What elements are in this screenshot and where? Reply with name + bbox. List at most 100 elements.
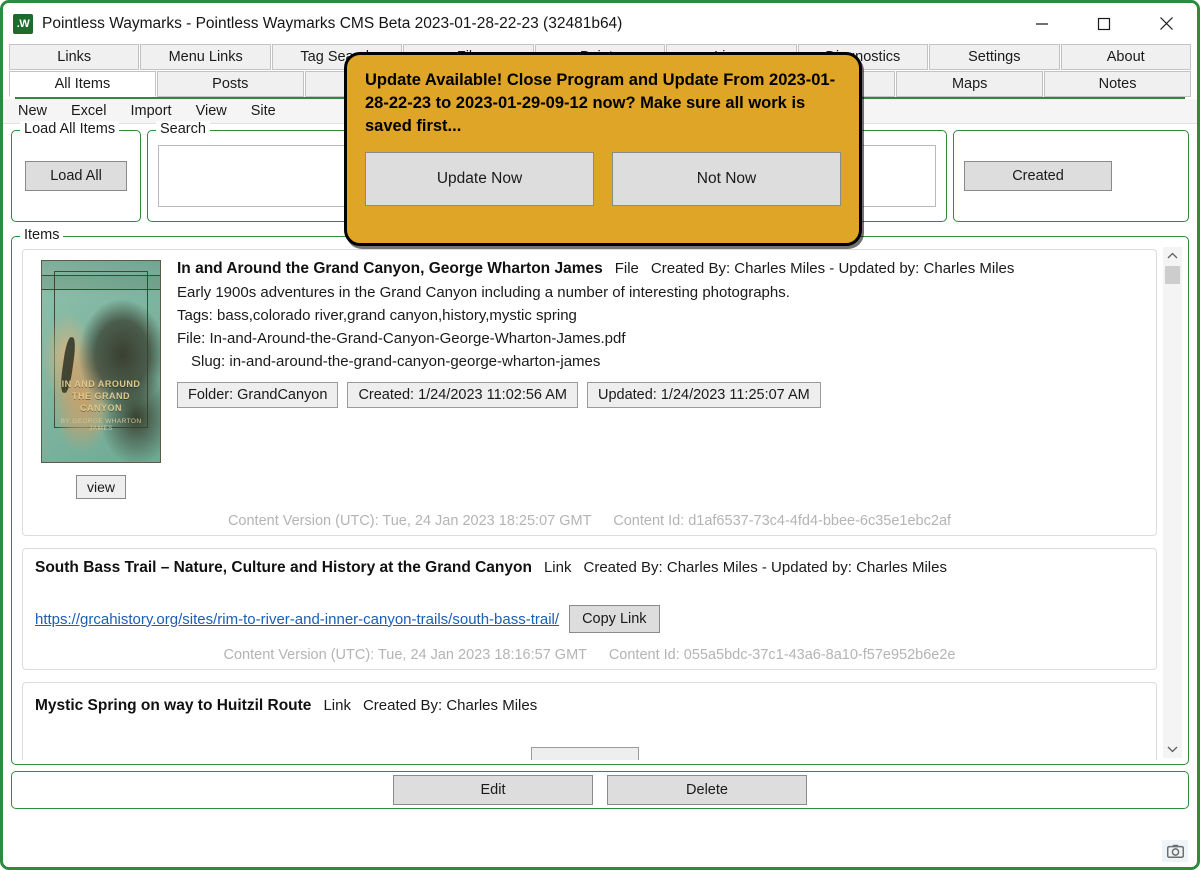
badge-updated[interactable]: Updated: 1/24/2023 11:25:07 AM (586, 382, 821, 408)
update-now-button[interactable]: Update Now (365, 152, 594, 206)
tab-label: Settings (968, 49, 1021, 65)
items-list: IN AND AROUND THE GRAND CANYON BY GEORGE… (16, 245, 1163, 760)
tab-label: Posts (212, 76, 249, 92)
item-byline: Created By: Charles Miles - Updated by: … (650, 260, 1015, 277)
close-icon (1159, 17, 1173, 30)
tab-maps[interactable]: Maps (896, 71, 1044, 97)
list-item[interactable]: Mystic Spring on way to Huitzil Route Li… (22, 682, 1157, 760)
cover-title-text: IN AND AROUND THE GRAND CANYON (61, 379, 141, 413)
card-header: South Bass Trail – Nature, Culture and H… (35, 559, 1144, 577)
item-type-label: File (614, 260, 639, 277)
tab-label: Maps (951, 76, 988, 92)
item-tags: Tags: bass,colorado river,grand canyon,h… (177, 307, 577, 324)
item-byline: Created By: Charles Miles (362, 697, 538, 714)
item-type-label: Link (323, 697, 351, 714)
tab-menu-links[interactable]: Menu Links (140, 44, 271, 70)
tab-label: About (1106, 49, 1145, 65)
tab-settings[interactable]: Settings (929, 44, 1060, 70)
tab-posts[interactable]: Posts (156, 71, 304, 97)
menu-item-new[interactable]: New (15, 102, 50, 120)
sort-group-body: Created (954, 131, 1188, 221)
item-byline: Created By: Charles Miles - Updated by: … (583, 559, 947, 576)
item-content-id: Content Id: 055a5bdc-37c1-43a6-8a10-f57e… (608, 647, 956, 663)
maximize-icon (1097, 17, 1111, 30)
app-logo-icon: .W (13, 13, 33, 34)
scroll-down-button[interactable] (1163, 740, 1182, 758)
badge-partial[interactable] (531, 747, 639, 760)
item-link-row: https://grcahistory.org/sites/rim-to-riv… (35, 605, 1144, 633)
tab-notes[interactable]: Notes (1044, 71, 1191, 97)
minimize-icon (1036, 22, 1048, 25)
partial-badge-row (35, 747, 1144, 760)
title-bar: .W Pointless Waymarks - Pointless Waymar… (3, 3, 1197, 44)
list-item[interactable]: South Bass Trail – Nature, Culture and H… (22, 548, 1157, 670)
camera-icon (1166, 844, 1184, 858)
update-available-dialog[interactable]: Update Available! Close Program and Upda… (344, 52, 862, 246)
badge-created[interactable]: Created: 1/24/2023 11:02:56 AM (347, 382, 578, 408)
book-cover-image: IN AND AROUND THE GRAND CANYON BY GEORGE… (41, 260, 161, 463)
maximize-button[interactable] (1073, 3, 1135, 44)
status-bar (6, 838, 1194, 864)
application-window: .W Pointless Waymarks - Pointless Waymar… (0, 0, 1200, 870)
menu-item-site[interactable]: Site (248, 102, 279, 120)
minimize-button[interactable] (1011, 3, 1073, 44)
window-frame: .W Pointless Waymarks - Pointless Waymar… (0, 0, 1200, 870)
item-content-id: Content Id: d1af6537-73c4-4fd4-bbee-6c35… (613, 513, 952, 529)
load-all-items-body: Load All (12, 131, 140, 221)
view-button[interactable]: view (75, 475, 126, 499)
load-all-items-group: Load All Items Load All (11, 121, 141, 222)
chevron-up-icon (1167, 252, 1178, 259)
tab-label: Menu Links (168, 49, 243, 65)
delete-button[interactable]: Delete (607, 775, 807, 805)
camera-button[interactable] (1162, 840, 1188, 862)
item-slug: Slug: in-and-around-the-grand-canyon-geo… (191, 353, 601, 370)
tab-label: Links (57, 49, 92, 65)
app-logo-glyph: .W (16, 17, 30, 30)
cover-mountain-art (42, 283, 160, 462)
menu-item-excel[interactable]: Excel (68, 102, 109, 120)
item-title: In and Around the Grand Canyon, George W… (177, 260, 603, 277)
item-title: Mystic Spring on way to Huitzil Route (35, 697, 312, 714)
close-button[interactable] (1135, 3, 1197, 44)
item-type-label: Link (543, 559, 572, 576)
tab-all-items[interactable]: All Items (9, 71, 156, 97)
update-dialog-buttons: Update Now Not Now (365, 152, 841, 206)
not-now-button[interactable]: Not Now (612, 152, 841, 206)
item-content-version: Content Version (UTC): Tue, 24 Jan 2023 … (227, 513, 592, 529)
card-layout: IN AND AROUND THE GRAND CANYON BY GEORGE… (35, 260, 1144, 499)
menu-item-import[interactable]: Import (127, 102, 174, 120)
item-meta: Content Version (UTC): Tue, 24 Jan 2023 … (35, 513, 1144, 529)
items-group-label: Items (20, 227, 64, 243)
edit-button[interactable]: Edit (393, 775, 593, 805)
items-scrollbar[interactable] (1163, 247, 1182, 758)
item-badge-row: Folder: GrandCanyon Created: 1/24/2023 1… (177, 382, 1144, 408)
item-url-link[interactable]: https://grcahistory.org/sites/rim-to-riv… (35, 611, 559, 628)
item-file: File: In-and-Around-the-Grand-Canyon-Geo… (177, 330, 626, 347)
item-content-version: Content Version (UTC): Tue, 24 Jan 2023 … (223, 647, 587, 663)
card-thumbnail-column: IN AND AROUND THE GRAND CANYON BY GEORGE… (35, 260, 167, 499)
copy-link-button[interactable]: Copy Link (569, 605, 660, 633)
badge-folder[interactable]: Folder: GrandCanyon (177, 382, 339, 408)
items-group: Items IN AND AROUND THE GRAND CANYON BY … (11, 227, 1189, 765)
tab-about[interactable]: About (1060, 44, 1191, 70)
card-header: In and Around the Grand Canyon, George W… (177, 260, 1144, 278)
item-title: South Bass Trail – Nature, Culture and H… (35, 559, 532, 576)
tab-links[interactable]: Links (9, 44, 140, 70)
menu-item-view[interactable]: View (193, 102, 230, 120)
cover-author-text: BY GEORGE WHARTON JAMES (60, 418, 142, 432)
item-meta: Content Version (UTC): Tue, 24 Jan 2023 … (35, 647, 1144, 663)
sort-group: Created (953, 130, 1189, 222)
item-summary: Early 1900s adventures in the Grand Cany… (177, 284, 790, 301)
scroll-up-button[interactable] (1163, 247, 1182, 265)
load-all-items-label: Load All Items (20, 121, 120, 137)
chevron-down-icon (1167, 746, 1178, 753)
list-item[interactable]: IN AND AROUND THE GRAND CANYON BY GEORGE… (22, 249, 1157, 536)
scrollbar-thumb[interactable] (1165, 266, 1180, 284)
items-scroll-area: IN AND AROUND THE GRAND CANYON BY GEORGE… (16, 245, 1184, 760)
tab-label: Notes (1098, 76, 1137, 92)
action-bar: Edit Delete (11, 771, 1189, 809)
card-detail-column: In and Around the Grand Canyon, George W… (167, 260, 1144, 499)
window-title: Pointless Waymarks - Pointless Waymarks … (42, 14, 623, 32)
load-all-button[interactable]: Load All (25, 161, 127, 191)
sort-created-button[interactable]: Created (964, 161, 1112, 191)
